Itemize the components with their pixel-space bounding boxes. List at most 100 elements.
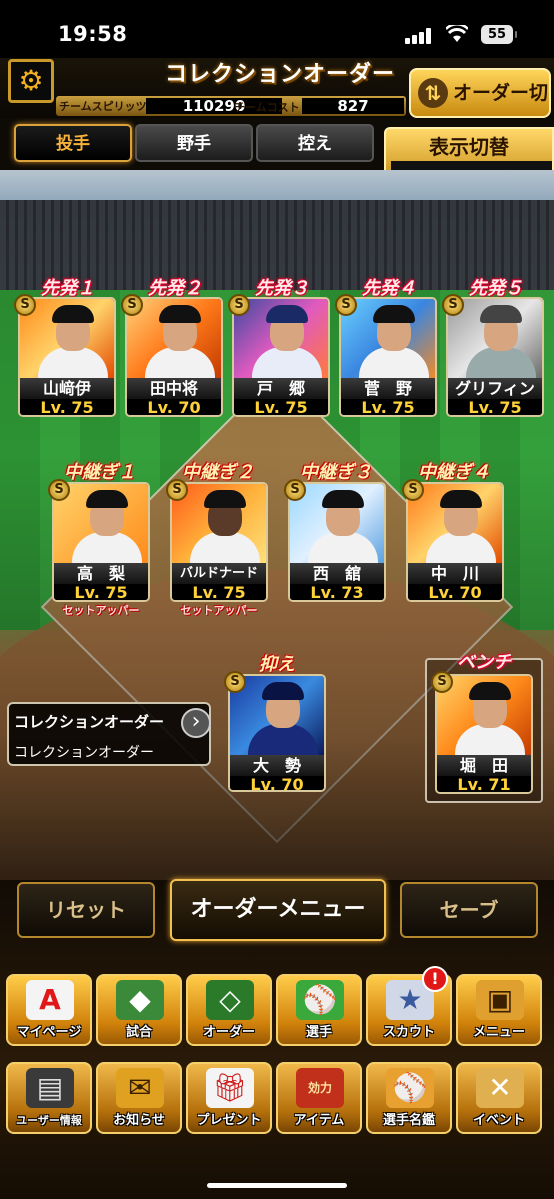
- player-name: 中 川: [408, 563, 502, 585]
- wifi-icon: [446, 25, 468, 42]
- nav-label: 選手: [305, 1025, 332, 1040]
- collection-order-selector[interactable]: コレクションオーダー › コレクションオーダー: [7, 702, 211, 766]
- team-logo-icon[interactable]: ⚙: [8, 59, 54, 103]
- player-card-bench[interactable]: 堀 田 Lv. 71: [435, 674, 533, 794]
- player-card-closer[interactable]: 大 勢 Lv. 70: [228, 674, 326, 792]
- home-indicator[interactable]: [207, 1183, 347, 1188]
- player-level: Lv. 70: [408, 584, 502, 600]
- position-label: 抑え: [259, 654, 295, 675]
- notice-icon: ✉: [116, 1068, 164, 1108]
- nav-player-book[interactable]: ⚾ 選手名鑑: [366, 1062, 452, 1134]
- player-card-starter-5[interactable]: グリフィン Lv. 75: [446, 297, 544, 417]
- player-card-starter-1[interactable]: 山﨑伊 Lv. 75: [18, 297, 116, 417]
- team-spirits-label: チームスピリッツ: [59, 100, 147, 113]
- nav-label: マイページ: [16, 1025, 82, 1040]
- role-label: セットアッパー: [62, 604, 140, 617]
- nav-label: お知らせ: [113, 1113, 165, 1128]
- player-level: Lv. 71: [437, 776, 531, 792]
- player-name: 戸 郷: [234, 378, 328, 400]
- player-icon: ⚾: [296, 980, 344, 1020]
- player-name: グリフィン: [448, 378, 542, 400]
- game-icon: ◆: [116, 980, 164, 1020]
- player-level: Lv. 73: [290, 584, 384, 600]
- order-icon: ◇: [206, 980, 254, 1020]
- player-card-reliever-4[interactable]: 中 川 Lv. 70: [406, 482, 504, 602]
- player-name: 山﨑伊: [20, 378, 114, 400]
- nav-menu[interactable]: ▣ メニュー: [456, 974, 542, 1046]
- player-level: Lv. 75: [448, 399, 542, 415]
- reset-button[interactable]: リセット: [17, 882, 155, 938]
- nav-label: 試合: [125, 1025, 152, 1040]
- role-label: セットアッパー: [180, 604, 258, 617]
- player-card-reliever-1[interactable]: 高 梨 Lv. 75: [52, 482, 150, 602]
- position-label: ベンチ: [457, 652, 511, 673]
- nav-item[interactable]: 効力 アイテム: [276, 1062, 362, 1134]
- player-book-icon: ⚾: [386, 1068, 434, 1108]
- page-title: コレクションオーダー: [164, 62, 395, 87]
- team-cost-value: 827: [302, 98, 404, 114]
- player-level: Lv. 75: [20, 399, 114, 415]
- order-switch-button[interactable]: ⇅ オーダー切替: [409, 68, 551, 150]
- nav-game[interactable]: ◆ 試合: [96, 974, 182, 1046]
- nav-mypage[interactable]: A マイページ: [6, 974, 92, 1046]
- cellular-signal-icon: [405, 28, 435, 44]
- s-rank-icon: S: [14, 294, 36, 316]
- player-level: Lv. 75: [341, 399, 435, 415]
- player-name: 堀 田: [437, 755, 531, 777]
- notification-badge: !: [422, 966, 448, 992]
- player-level: Lv. 75: [172, 584, 266, 600]
- battery-icon: 55: [481, 25, 517, 44]
- player-name: 菅 野: [341, 378, 435, 400]
- player-card-starter-3[interactable]: 戸 郷 Lv. 75: [232, 297, 330, 417]
- tab-reserve[interactable]: 控え: [256, 124, 374, 162]
- nav-label: オーダー: [202, 1025, 255, 1040]
- player-name: 高 梨: [54, 563, 148, 585]
- nav-order[interactable]: ◇ オーダー: [186, 974, 272, 1046]
- s-rank-icon: S: [48, 479, 70, 501]
- nav-present[interactable]: 🎁︎ プレゼント: [186, 1062, 272, 1134]
- save-button[interactable]: セーブ: [400, 882, 538, 938]
- nav-user-info[interactable]: ▤ ユーザー情報: [6, 1062, 92, 1134]
- player-level: Lv. 70: [230, 776, 324, 790]
- team-cost-label: チームコスト: [234, 101, 300, 114]
- player-name: バルドナード: [172, 563, 266, 585]
- nav-label: プレゼント: [196, 1113, 262, 1128]
- player-card-reliever-3[interactable]: 西 舘 Lv. 73: [288, 482, 386, 602]
- s-rank-icon: S: [121, 294, 143, 316]
- s-rank-icon: S: [431, 671, 453, 693]
- player-card-starter-4[interactable]: 菅 野 Lv. 75: [339, 297, 437, 417]
- app-screen: 19:58 55 ⚙ コレクションオーダー チームスピリッツ 110290 チー…: [0, 0, 554, 1199]
- player-card-starter-2[interactable]: 田中将 Lv. 70: [125, 297, 223, 417]
- nav-player[interactable]: ⚾ 選手: [276, 974, 362, 1046]
- team-stats-bar: チームスピリッツ 110290 チームコスト 827: [56, 96, 406, 116]
- tab-pitcher[interactable]: 投手: [14, 124, 132, 162]
- user-info-icon: ▤: [26, 1068, 74, 1108]
- mypage-icon: A: [26, 980, 74, 1020]
- player-name: 西 舘: [290, 563, 384, 585]
- nav-event[interactable]: ✕ イベント: [456, 1062, 542, 1134]
- nav-label: 選手名鑑: [382, 1113, 435, 1128]
- player-name: 大 勢: [230, 755, 324, 777]
- chevron-right-icon[interactable]: ›: [181, 708, 211, 738]
- status-bar: 19:58 55: [0, 0, 554, 58]
- s-rank-icon: S: [335, 294, 357, 316]
- nav-label: イベント: [472, 1113, 525, 1128]
- nav-label: スカウト: [382, 1025, 435, 1040]
- s-rank-icon: S: [224, 671, 246, 693]
- player-level: Lv. 70: [127, 399, 221, 415]
- display-switch-label: 表示切替: [429, 135, 509, 159]
- switch-arrows-icon: ⇅: [418, 78, 448, 108]
- event-icon: ✕: [476, 1068, 524, 1108]
- s-rank-icon: S: [166, 479, 188, 501]
- collection-order-value: コレクションオーダー: [14, 745, 154, 761]
- nav-label: ユーザー情報: [16, 1114, 82, 1127]
- player-card-reliever-2[interactable]: バルドナード Lv. 75: [170, 482, 268, 602]
- s-rank-icon: S: [442, 294, 464, 316]
- collection-order-title: コレクションオーダー: [14, 713, 165, 731]
- nav-notice[interactable]: ✉ お知らせ: [96, 1062, 182, 1134]
- menu-icon: ▣: [476, 980, 524, 1020]
- player-name: 田中将: [127, 378, 221, 400]
- tab-fielder[interactable]: 野手: [135, 124, 253, 162]
- s-rank-icon: S: [284, 479, 306, 501]
- order-menu-button[interactable]: オーダーメニュー: [170, 879, 386, 941]
